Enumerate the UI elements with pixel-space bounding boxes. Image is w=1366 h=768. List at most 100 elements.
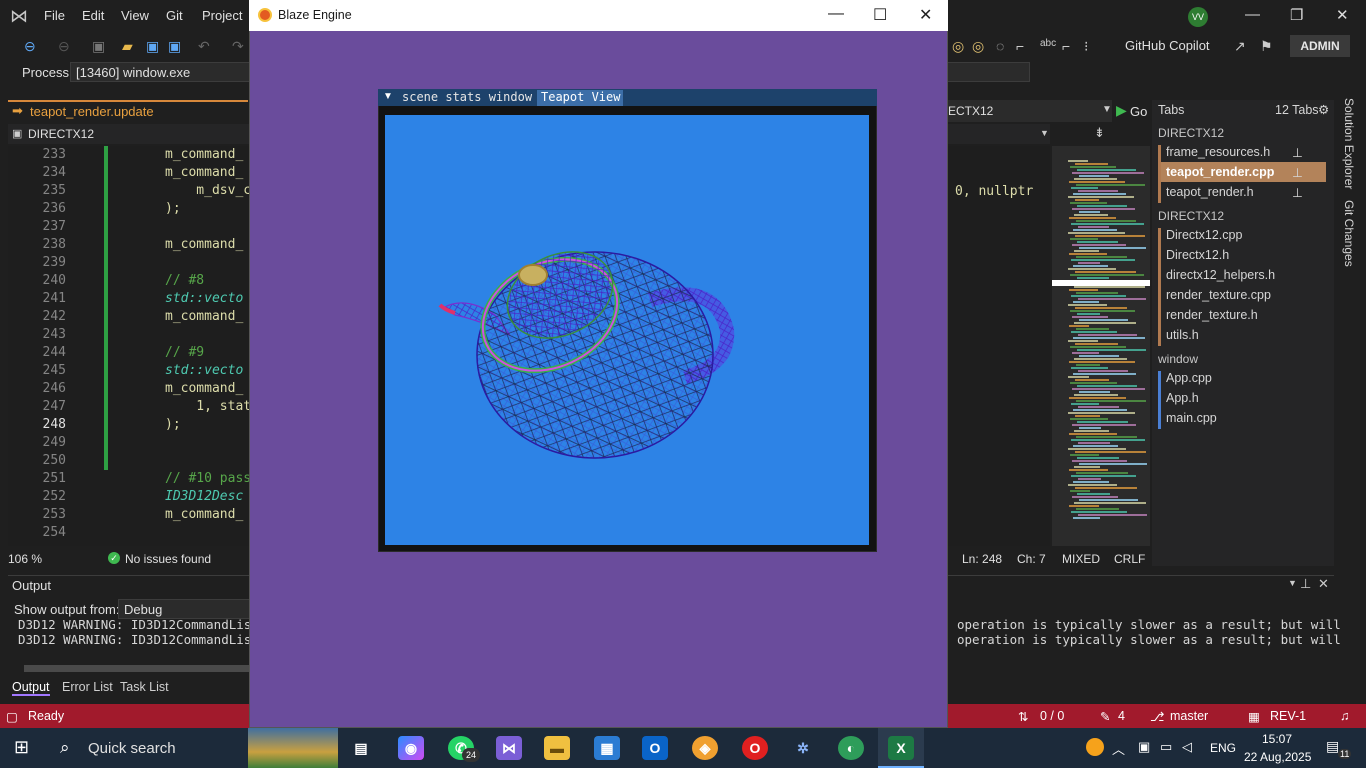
tab-item[interactable]: teapot_render.cpp <box>1166 165 1274 179</box>
minimize-icon[interactable]: — <box>1245 6 1260 23</box>
horizontal-scrollbar[interactable] <box>24 665 250 672</box>
tab-task-list[interactable]: Task List <box>120 680 169 694</box>
undo-icon[interactable]: ↶ <box>198 38 210 55</box>
tray-chevron-icon[interactable]: ︿ <box>1112 739 1125 758</box>
save-all-icon[interactable]: ▣ <box>168 38 181 55</box>
go-button[interactable]: Go <box>1130 104 1147 119</box>
battery-icon[interactable]: ▭ <box>1160 739 1172 755</box>
redo-icon[interactable]: ↷ <box>232 38 244 55</box>
back-icon[interactable]: ⊖ <box>24 38 36 55</box>
clock-date[interactable]: 22 Aug,2025 <box>1244 750 1311 764</box>
tab-output[interactable]: Output <box>12 680 50 696</box>
tab-scene-stats[interactable]: scene stats window <box>398 90 536 106</box>
breakpoint-icon[interactable]: ◌ <box>996 38 1004 54</box>
opera-icon[interactable]: O <box>742 736 768 760</box>
column-number[interactable]: Ch: 7 <box>1017 552 1046 566</box>
edge-icon[interactable]: ◐ <box>838 736 864 760</box>
repo-icon[interactable]: ▦ <box>1248 709 1260 724</box>
weather-icon[interactable] <box>1086 738 1104 756</box>
tab-item[interactable]: utils.h <box>1166 328 1199 342</box>
line-ending[interactable]: CRLF <box>1114 552 1145 566</box>
debug-tool2-icon[interactable]: ◎ <box>972 38 984 55</box>
bug-app-icon[interactable]: ✲ <box>790 736 816 760</box>
format-icon[interactable]: ⌐ <box>1062 38 1070 54</box>
tab-item[interactable]: frame_resources.h <box>1166 145 1270 159</box>
menu-view[interactable]: View <box>121 8 149 23</box>
minimap-viewport[interactable] <box>1052 280 1150 286</box>
issues-label[interactable]: No issues found <box>125 552 211 566</box>
tab-group-header[interactable]: DIRECTX12 <box>1158 209 1224 223</box>
scope-label[interactable]: DIRECTX12 <box>28 127 94 141</box>
menu-file[interactable]: File <box>44 8 65 23</box>
share-icon[interactable]: ↗ <box>1234 38 1246 55</box>
minimize-icon[interactable]: — <box>828 5 844 23</box>
debug-tool-icon[interactable]: ◎ <box>952 38 964 55</box>
copilot-app-icon[interactable]: ◉ <box>398 736 424 760</box>
process-select[interactable]: [13460] window.exe <box>70 62 250 82</box>
close-icon[interactable]: ✕ <box>1336 6 1349 24</box>
pin-icon[interactable]: ⊥ <box>1292 165 1303 180</box>
tab-item[interactable]: render_texture.h <box>1166 308 1258 322</box>
pencil-icon[interactable]: ✎ <box>1100 709 1110 724</box>
zoom-level[interactable]: 106 % <box>8 552 42 566</box>
tab-item[interactable]: teapot_render.h <box>1166 185 1254 199</box>
chevron-down-icon[interactable]: ▼ <box>1288 578 1297 588</box>
feedback-icon[interactable]: ⚑ <box>1260 38 1273 55</box>
visual-studio-logo-icon[interactable]: ⋈ <box>10 6 32 26</box>
pin-icon[interactable]: ⊥ <box>1300 576 1311 592</box>
open-folder-icon[interactable]: ▰ <box>122 38 133 55</box>
microsoft-store-icon[interactable]: ▦ <box>594 736 620 760</box>
chevron-down-icon[interactable]: ▼ <box>1040 128 1049 138</box>
tab-item[interactable]: Directx12.h <box>1166 248 1229 262</box>
maximize-icon[interactable]: ☐ <box>873 5 887 25</box>
brave-icon[interactable]: ◈ <box>692 736 718 760</box>
chevron-down-icon[interactable]: ▼ <box>1102 104 1112 115</box>
admin-badge[interactable]: ADMIN <box>1290 35 1350 57</box>
new-item-icon[interactable]: ▣ <box>92 38 105 55</box>
windows-start-icon[interactable]: ⊞ <box>14 737 29 758</box>
tab-item[interactable]: App.cpp <box>1166 371 1212 385</box>
tab-teapot-view[interactable]: Teapot View <box>537 90 623 106</box>
pin-icon[interactable]: ⊥ <box>1292 185 1303 200</box>
tab-item[interactable]: directx12_helpers.h <box>1166 268 1275 282</box>
collapse-arrow-icon[interactable]: ▼ <box>383 91 393 102</box>
clock-time[interactable]: 15:07 <box>1262 732 1292 746</box>
line-number[interactable]: Ln: 248 <box>962 552 1002 566</box>
tab-item[interactable]: render_texture.cpp <box>1166 288 1271 302</box>
menu-edit[interactable]: Edit <box>82 8 104 23</box>
menu-git[interactable]: Git <box>166 8 183 23</box>
menu-project[interactable]: Project <box>202 8 242 23</box>
spell-check-icon[interactable]: abc <box>1040 38 1056 49</box>
tab-item[interactable]: App.h <box>1166 391 1199 405</box>
git-sync-icon[interactable]: ⇅ <box>1018 709 1028 724</box>
tab-item[interactable]: Directx12.cpp <box>1166 228 1242 242</box>
notification-bell-icon[interactable]: ♫ <box>1340 709 1349 723</box>
pin-icon[interactable]: ⊥ <box>1292 145 1303 160</box>
split-icon[interactable]: ⇟ <box>1094 125 1105 141</box>
language-indicator[interactable]: ENG <box>1210 741 1236 755</box>
run-icon[interactable]: ▶ <box>1116 102 1127 119</box>
forward-icon[interactable]: ⊖ <box>58 38 70 55</box>
git-counts[interactable]: 0 / 0 <box>1040 709 1064 723</box>
repo-name[interactable]: REV-1 <box>1270 709 1306 723</box>
task-view-icon[interactable]: ▤ <box>348 736 374 760</box>
excel-icon[interactable]: X <box>888 736 914 760</box>
tab-error-list[interactable]: Error List <box>62 680 113 694</box>
whitespace-mode[interactable]: MIXED <box>1062 552 1100 566</box>
outlook-icon[interactable]: O <box>642 736 668 760</box>
visual-studio-icon[interactable]: ⋈ <box>496 736 522 760</box>
volume-icon[interactable]: ◁ <box>1182 739 1192 755</box>
comment-icon[interactable]: ⁝ <box>1084 38 1088 55</box>
save-icon[interactable]: ▣ <box>146 38 159 55</box>
solution-explorer-tab[interactable]: Solution Explorer <box>1342 98 1356 189</box>
output-source-select[interactable]: Debug <box>118 599 250 619</box>
github-copilot-button[interactable]: GitHub Copilot <box>1125 38 1210 53</box>
tab-group-header[interactable]: window <box>1158 352 1198 366</box>
bookmark-icon[interactable]: ⌐ <box>1016 38 1024 54</box>
render-viewport[interactable] <box>385 115 869 545</box>
restore-icon[interactable]: ❐ <box>1290 6 1303 24</box>
gear-icon[interactable]: ⚙ <box>1318 102 1329 117</box>
close-icon[interactable]: ✕ <box>919 5 932 25</box>
git-changes-tab[interactable]: Git Changes <box>1342 200 1356 267</box>
tab-group-header[interactable]: DIRECTX12 <box>1158 126 1224 140</box>
